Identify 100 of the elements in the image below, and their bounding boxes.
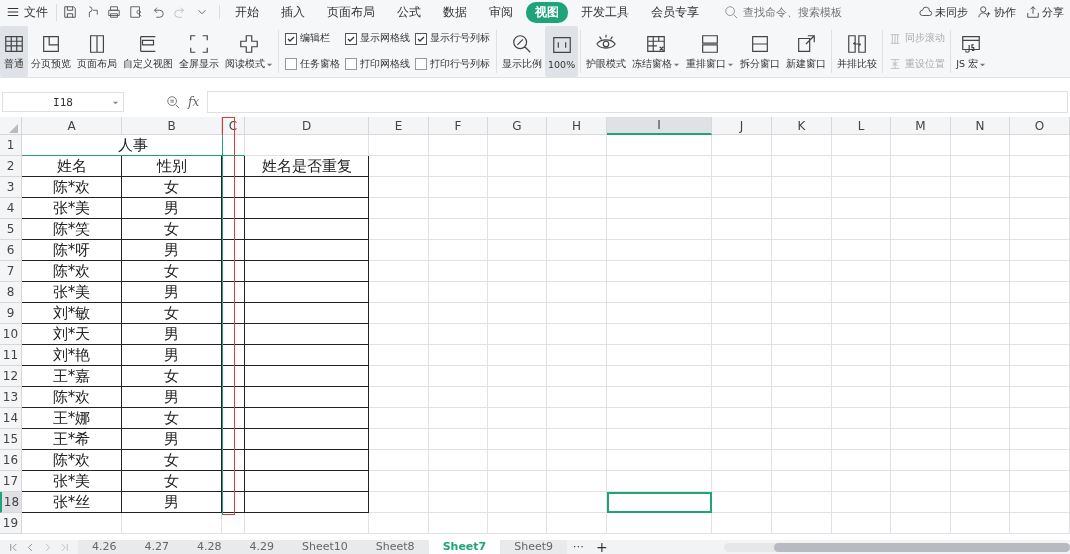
- column-header[interactable]: L: [832, 117, 891, 135]
- ribbon-button[interactable]: 普通: [0, 26, 28, 77]
- ribbon-tab[interactable]: 页面布局: [318, 1, 384, 23]
- checkbox-option[interactable]: 显示网格线: [345, 32, 410, 46]
- column-header[interactable]: N: [951, 117, 1010, 135]
- checkbox-option[interactable]: 打印网格线: [345, 57, 410, 71]
- print-preview-icon[interactable]: [129, 5, 143, 19]
- row-header[interactable]: 4: [0, 198, 22, 219]
- checkbox[interactable]: [415, 58, 427, 71]
- row-header[interactable]: 19: [0, 513, 22, 534]
- column-header[interactable]: A: [22, 117, 122, 135]
- empty-cell: [832, 492, 891, 513]
- ribbon-button[interactable]: 重排窗口: [683, 26, 738, 77]
- column-header[interactable]: D: [245, 117, 369, 135]
- column-header[interactable]: M: [891, 117, 951, 135]
- column-header[interactable]: H: [547, 117, 607, 135]
- row-header[interactable]: 5: [0, 219, 22, 240]
- sheet-tab[interactable]: 4.28: [183, 540, 236, 554]
- column-header[interactable]: O: [1010, 117, 1070, 135]
- row-header[interactable]: 11: [0, 345, 22, 366]
- row-header[interactable]: 12: [0, 366, 22, 387]
- row-header[interactable]: 1: [0, 135, 22, 156]
- column-header[interactable]: B: [122, 117, 222, 135]
- checkbox[interactable]: [285, 58, 297, 71]
- ribbon-tab[interactable]: 开发工具: [572, 1, 638, 23]
- more-sheets-button[interactable]: ⋯: [567, 540, 591, 554]
- ribbon-button[interactable]: 阅读模式: [222, 26, 276, 77]
- ribbon-button[interactable]: 分页预览: [28, 26, 74, 77]
- column-header[interactable]: I: [607, 117, 712, 135]
- ribbon-button[interactable]: 100%: [545, 26, 579, 77]
- toolbar-action[interactable]: 协作: [978, 4, 1016, 20]
- row-header[interactable]: 8: [0, 282, 22, 303]
- ribbon-button[interactable]: 冻结窗格: [629, 26, 684, 77]
- column-header[interactable]: E: [369, 117, 429, 135]
- ribbon-tab[interactable]: 插入: [272, 1, 314, 23]
- file-menu[interactable]: 文件: [6, 3, 57, 21]
- redo-icon[interactable]: [173, 5, 187, 19]
- checkbox-option[interactable]: 编辑栏: [285, 32, 340, 46]
- checkbox[interactable]: [345, 32, 357, 45]
- ribbon-button[interactable]: 拆分窗口: [737, 26, 784, 77]
- sheet-tab[interactable]: 4.27: [130, 540, 183, 554]
- empty-cell: [772, 408, 832, 429]
- toolbar-action[interactable]: 分享: [1026, 4, 1064, 20]
- empty-cell: [369, 156, 429, 177]
- function-label[interactable]: fx: [188, 95, 200, 109]
- row-header[interactable]: 3: [0, 177, 22, 198]
- ribbon-tab[interactable]: 开始: [226, 1, 268, 23]
- column-header[interactable]: K: [772, 117, 832, 135]
- ribbon-button[interactable]: 自定义视图: [120, 26, 176, 77]
- checkbox-option[interactable]: 显示行号列标: [415, 32, 490, 46]
- sheet-tab[interactable]: Sheet9: [500, 540, 568, 554]
- row-header[interactable]: 9: [0, 303, 22, 324]
- checkbox[interactable]: [285, 32, 297, 45]
- zoom-icon[interactable]: [166, 95, 180, 109]
- row-header[interactable]: 17: [0, 471, 22, 492]
- first-sheet-icon[interactable]: [8, 541, 19, 553]
- row-header[interactable]: 18: [0, 492, 22, 513]
- row-header[interactable]: 2: [0, 156, 22, 177]
- command-search-field[interactable]: 查找命令、搜索模板: [724, 4, 865, 20]
- formula-input[interactable]: [207, 91, 1068, 113]
- ribbon-button[interactable]: 并排比较: [834, 26, 881, 77]
- selected-cell[interactable]: [607, 492, 712, 513]
- ribbon-tab[interactable]: 审阅: [480, 1, 522, 23]
- row-header[interactable]: 16: [0, 450, 22, 471]
- column-header[interactable]: G: [488, 117, 547, 135]
- column-header[interactable]: F: [429, 117, 488, 135]
- ribbon-button[interactable]: 护眼模式: [583, 26, 630, 77]
- sheet-tab[interactable]: 4.26: [78, 540, 131, 554]
- ribbon-tab[interactable]: 公式: [388, 1, 430, 23]
- ribbon-button[interactable]: 新建窗口: [783, 26, 830, 77]
- ribbon-button[interactable]: 显示比例: [499, 26, 545, 77]
- ribbon-button[interactable]: 全屏显示: [176, 26, 222, 77]
- checkbox[interactable]: [415, 32, 427, 45]
- ribbon-tab[interactable]: 会员专享: [642, 1, 708, 23]
- undo-icon[interactable]: [151, 5, 165, 19]
- sheet-tab[interactable]: Sheet8: [361, 540, 429, 554]
- empty-cell: [772, 240, 832, 261]
- checkbox-option[interactable]: 打印行号列标: [415, 57, 490, 71]
- empty-cell: [951, 513, 1010, 534]
- sheet-tab[interactable]: Sheet10: [288, 540, 362, 554]
- row-header[interactable]: 7: [0, 261, 22, 282]
- ribbon-tab[interactable]: 数据: [434, 1, 476, 23]
- name-box[interactable]: I18: [2, 92, 124, 112]
- sheet-tab[interactable]: 4.29: [235, 540, 288, 554]
- toolbar-action[interactable]: 未同步: [919, 4, 968, 20]
- row-header[interactable]: 10: [0, 324, 22, 345]
- ribbon-button[interactable]: JS 宏: [953, 26, 990, 77]
- add-sheet-button[interactable]: +: [590, 540, 614, 554]
- checkbox-option[interactable]: 任务窗格: [285, 57, 340, 71]
- column-header[interactable]: J: [712, 117, 772, 135]
- row-header[interactable]: 14: [0, 408, 22, 429]
- last-sheet-icon[interactable]: [59, 541, 70, 553]
- row-header[interactable]: 6: [0, 240, 22, 261]
- checkbox[interactable]: [345, 58, 357, 71]
- save-icon[interactable]: [63, 5, 77, 19]
- row-header[interactable]: 15: [0, 429, 22, 450]
- ribbon-button[interactable]: 页面布局: [74, 26, 120, 77]
- row-header[interactable]: 13: [0, 387, 22, 408]
- print-icon[interactable]: [107, 5, 121, 19]
- select-all-icon[interactable]: [9, 124, 18, 133]
